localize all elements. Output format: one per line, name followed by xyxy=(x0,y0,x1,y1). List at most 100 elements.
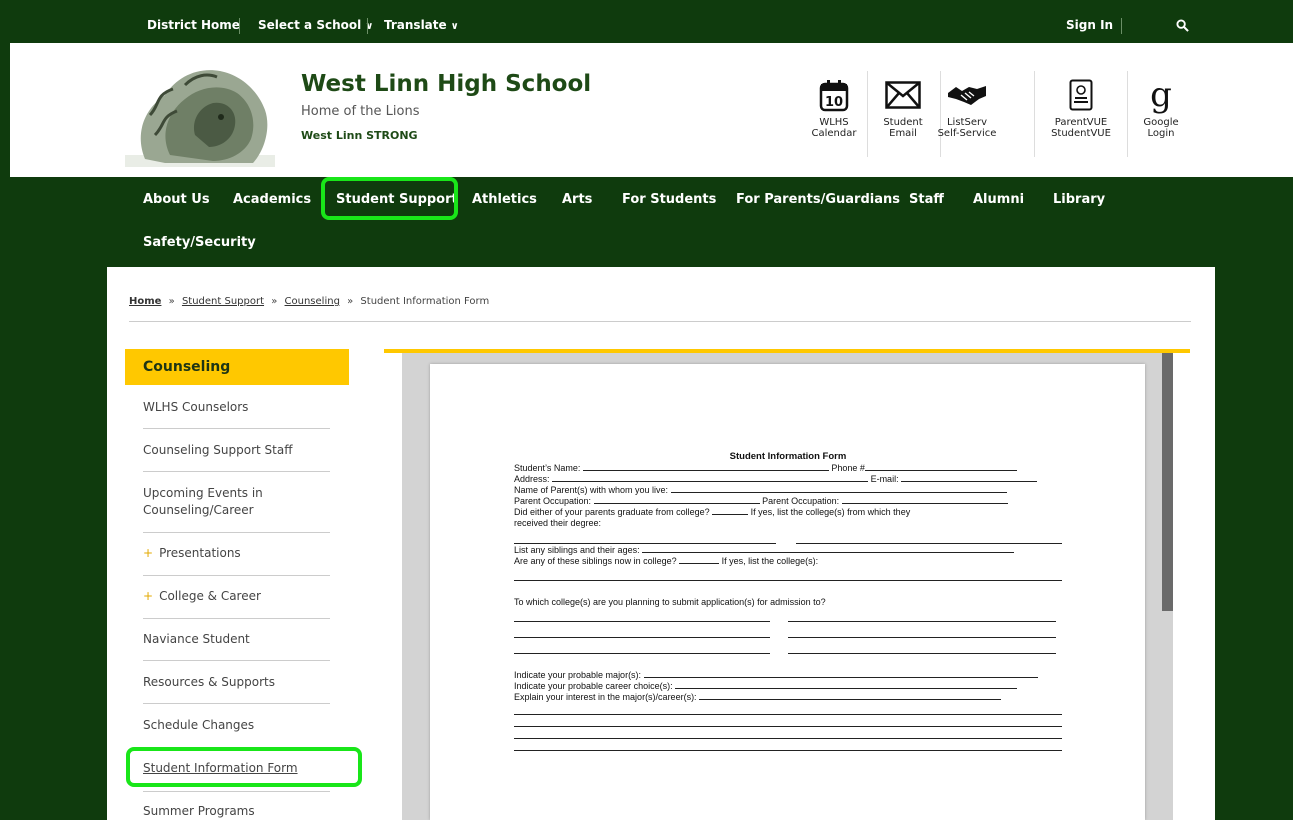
listserv-label-2: Self-Service xyxy=(937,128,997,139)
form-line-grad: Did either of your parents graduate from… xyxy=(514,507,911,517)
sidebar-item-resources[interactable]: Resources & Supports xyxy=(143,674,330,691)
divider xyxy=(143,618,330,619)
breadcrumb-home[interactable]: Home xyxy=(129,296,161,307)
expand-plus-icon[interactable]: + xyxy=(143,589,153,603)
form-blank-pair xyxy=(514,638,1062,654)
translate-dropdown[interactable]: Translate ∨ xyxy=(384,8,459,43)
form-line-apply: To which college(s) are you planning to … xyxy=(514,597,826,607)
quick-link-calendar[interactable]: 10 WLHS Calendar xyxy=(801,73,867,139)
content-area: Home » Student Support » Counseling » St… xyxy=(107,267,1215,820)
quick-link-google-login[interactable]: g Google Login xyxy=(1128,73,1194,139)
form-blank-line xyxy=(514,739,1062,751)
form-blank-line xyxy=(514,567,1062,581)
sidebar-item-schedule-changes[interactable]: Schedule Changes xyxy=(143,717,330,734)
nav-about-us[interactable]: About Us xyxy=(143,192,210,207)
nav-for-students[interactable]: For Students xyxy=(622,192,716,207)
divider xyxy=(143,532,330,533)
divider xyxy=(1121,18,1122,34)
sidebar-item-support-staff[interactable]: Counseling Support Staff xyxy=(143,442,330,459)
form-line-interest: Explain your interest in the major(s)/ca… xyxy=(514,692,1062,703)
svg-text:10: 10 xyxy=(825,95,843,110)
form-blank-pair xyxy=(514,608,1062,622)
form-title: Student Information Form xyxy=(729,451,847,462)
expand-plus-icon[interactable]: + xyxy=(143,546,153,560)
form-line-address-email: Address: E-mail: xyxy=(514,474,1062,485)
sidebar-item-college-career[interactable]: + College & Career xyxy=(143,588,330,605)
breadcrumb-separator: » xyxy=(168,296,175,307)
sidebar-item-upcoming-events[interactable]: Upcoming Events in Counseling/Career xyxy=(143,485,330,519)
sidebar-item-presentations[interactable]: + Presentations xyxy=(143,545,330,562)
divider xyxy=(143,428,330,429)
sidebar-item-naviance[interactable]: Naviance Student xyxy=(143,631,330,648)
nav-academics[interactable]: Academics xyxy=(233,192,311,207)
quick-link-listserv[interactable]: ListServ Self-Service xyxy=(926,73,1008,139)
divider xyxy=(143,791,330,792)
translate-label: Translate xyxy=(384,18,447,32)
breadcrumb-counseling[interactable]: Counseling xyxy=(285,296,340,307)
sidebar-item-summer-programs[interactable]: Summer Programs xyxy=(143,803,330,820)
envelope-icon xyxy=(885,81,921,109)
form-line-siblings: List any siblings and their ages: xyxy=(514,545,1062,556)
form-blank-pair xyxy=(514,622,1062,638)
listserv-label-1: ListServ xyxy=(946,117,987,128)
upcoming-label-2: Counseling/Career xyxy=(143,503,254,517)
school-name[interactable]: West Linn High School xyxy=(301,71,591,97)
nav-library[interactable]: Library xyxy=(1053,192,1105,207)
calendar-label-2: Calendar xyxy=(811,128,857,139)
calendar-label-1: WLHS xyxy=(819,117,849,128)
divider xyxy=(239,18,240,34)
form-line-parents: Name of Parent(s) with whom you live: xyxy=(514,485,1062,496)
form-line-siblings-college: Are any of these siblings now in college… xyxy=(514,556,819,566)
quick-link-parentvue[interactable]: ParentVUE StudentVUE xyxy=(1046,73,1116,139)
form-blank-line xyxy=(514,715,1062,727)
form-blank-line xyxy=(514,703,1062,715)
breadcrumb-student-support[interactable]: Student Support xyxy=(182,296,264,307)
divider xyxy=(143,575,330,576)
parentvue-label-1: ParentVUE xyxy=(1054,117,1108,128)
school-logo-lion[interactable] xyxy=(125,55,275,167)
sign-in-link[interactable]: Sign In xyxy=(1066,8,1113,43)
google-icon: g xyxy=(1150,75,1172,115)
document-page: Student Information Form Student’s Name:… xyxy=(430,364,1145,820)
divider xyxy=(143,660,330,661)
district-home-link[interactable]: District Home xyxy=(147,8,240,43)
nav-staff[interactable]: Staff xyxy=(909,192,944,207)
parentvue-label-2: StudentVUE xyxy=(1051,128,1111,139)
school-tagline: Home of the Lions xyxy=(301,104,420,119)
sidebar-heading[interactable]: Counseling xyxy=(125,349,349,385)
presentations-label: Presentations xyxy=(159,546,241,560)
breadcrumb-current: Student Information Form xyxy=(360,296,490,307)
sidebar-item-counselors[interactable]: WLHS Counselors xyxy=(143,399,330,416)
form-line-occupation: Parent Occupation: Parent Occupation: xyxy=(514,496,1062,507)
search-button[interactable] xyxy=(1176,8,1189,43)
student-information-form: Student Information Form Student’s Name:… xyxy=(514,451,1062,751)
form-line-grad-cont: received their degree: xyxy=(514,518,602,528)
nav-for-parents[interactable]: For Parents/Guardians xyxy=(736,192,900,207)
utility-bar: District Home Select a School ∨ Translate… xyxy=(10,8,1293,43)
google-label-2: Login xyxy=(1147,128,1175,139)
nav-arts[interactable]: Arts xyxy=(562,192,592,207)
highlight-box-student-info-form xyxy=(126,747,362,787)
select-school-label: Select a School xyxy=(258,18,362,32)
breadcrumb-separator: » xyxy=(347,296,354,307)
form-blank-line xyxy=(514,727,1062,739)
divider xyxy=(367,18,368,34)
select-school-dropdown[interactable]: Select a School ∨ xyxy=(258,8,373,43)
divider xyxy=(1034,71,1035,157)
id-badge-icon xyxy=(1069,79,1093,111)
breadcrumb-separator: » xyxy=(271,296,278,307)
nav-athletics[interactable]: Athletics xyxy=(472,192,537,207)
main-navigation: About Us Academics Student Support Athle… xyxy=(0,177,1293,267)
handshake-icon xyxy=(948,86,986,105)
form-line-name-phone: Student’s Name: Phone # xyxy=(514,463,1062,474)
chevron-down-icon: ∨ xyxy=(450,21,459,32)
site-header: West Linn High School Home of the Lions … xyxy=(10,43,1293,177)
upcoming-label-1: Upcoming Events in xyxy=(143,486,263,500)
nav-alumni[interactable]: Alumni xyxy=(973,192,1024,207)
school-motto: West Linn STRONG xyxy=(301,129,418,142)
viewer-scrollbar[interactable] xyxy=(1162,353,1173,611)
divider xyxy=(143,471,330,472)
nav-safety-security[interactable]: Safety/Security xyxy=(143,235,256,250)
